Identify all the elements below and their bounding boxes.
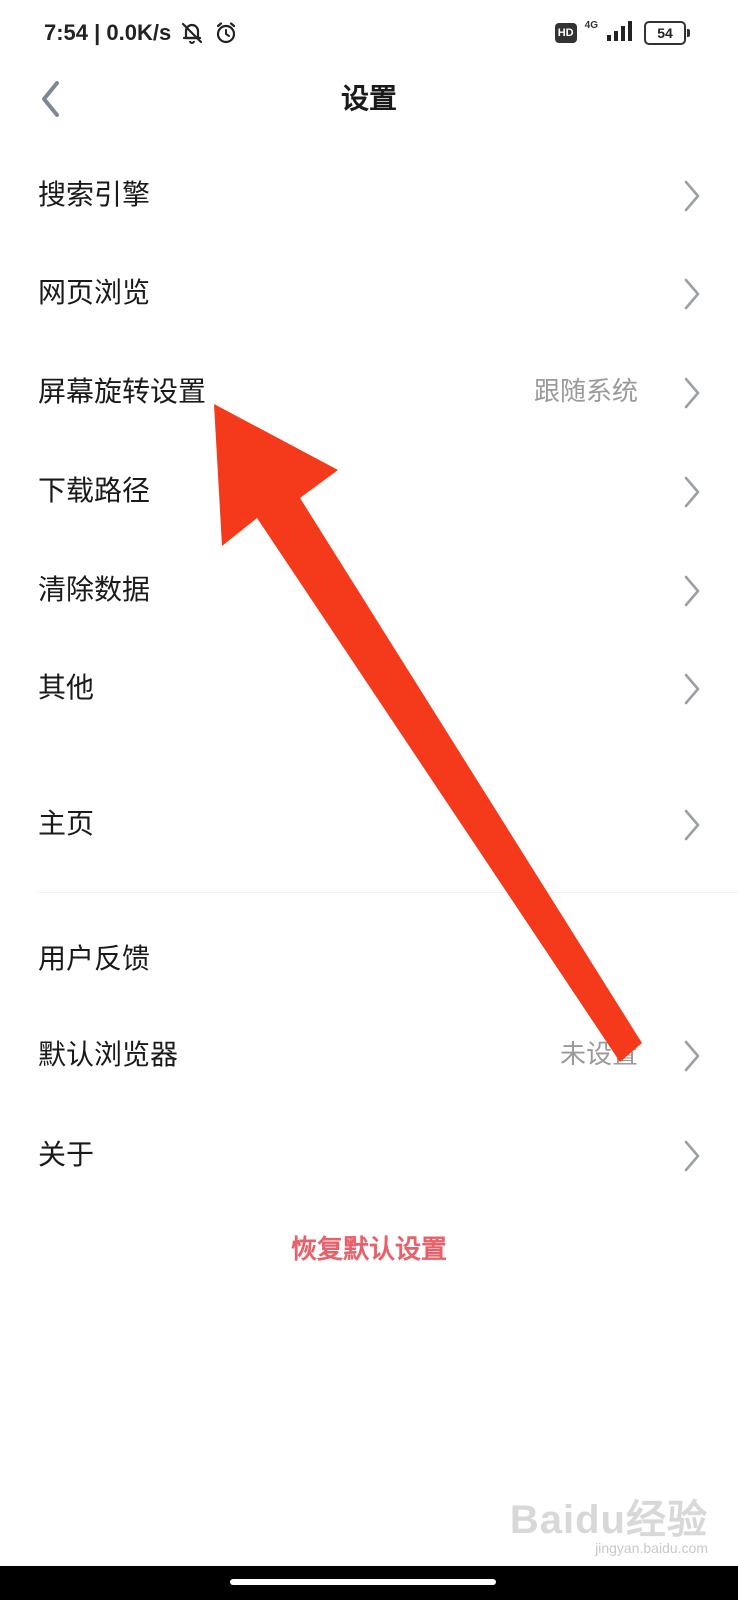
status-bar: 7:54 | 0.0K/s HD 4G 54: [0, 0, 738, 66]
chevron-right-icon: [684, 575, 700, 607]
setting-web-browsing[interactable]: 网页浏览: [0, 244, 738, 342]
restore-defaults-button[interactable]: 恢复默认设置: [0, 1222, 738, 1278]
setting-clear-data[interactable]: 清除数据: [0, 541, 738, 639]
row-label: 网页浏览: [38, 276, 151, 309]
status-right: HD 4G 54: [554, 18, 690, 48]
chevron-right-icon: [684, 809, 700, 841]
setting-search-engine[interactable]: 搜索引擎: [0, 146, 738, 244]
home-indicator[interactable]: [230, 1579, 496, 1585]
setting-about[interactable]: 关于: [0, 1106, 738, 1204]
section-divider: [38, 892, 738, 893]
row-label: 其他: [38, 671, 95, 704]
setting-download-path[interactable]: 下载路径: [0, 442, 738, 540]
watermark-url: jingyan.baidu.com: [595, 1540, 708, 1556]
status-left: 7:54 | 0.0K/s: [44, 16, 239, 50]
time-and-speed: 7:54 | 0.0K/s: [44, 20, 172, 45]
mute-bell-icon: [179, 20, 205, 46]
row-label: 关于: [38, 1138, 95, 1171]
row-label: 下载路径: [38, 474, 151, 507]
row-label: 搜索引擎: [38, 178, 151, 211]
setting-other[interactable]: 其他: [0, 639, 738, 737]
hd-badge: HD: [554, 23, 577, 43]
header: 设置: [0, 66, 738, 132]
chevron-right-icon: [684, 1040, 700, 1072]
chevron-right-icon: [684, 278, 700, 310]
row-label: 默认浏览器: [38, 1038, 179, 1071]
chevron-right-icon: [684, 476, 700, 508]
row-label: 清除数据: [38, 573, 151, 606]
row-value: 未设置: [559, 1040, 638, 1070]
setting-default-browser[interactable]: 默认浏览器 未设置: [0, 1006, 738, 1104]
watermark-logo: Baidu经验: [509, 1498, 708, 1542]
chevron-right-icon: [684, 180, 700, 212]
setting-screen-rotation[interactable]: 屏幕旋转设置 跟随系统: [0, 343, 738, 441]
setting-homepage[interactable]: 主页: [0, 775, 738, 873]
chevron-right-icon: [684, 377, 700, 409]
row-label: 屏幕旋转设置: [38, 375, 207, 408]
signal-icon: [606, 20, 636, 46]
alarm-clock-icon: [213, 20, 239, 46]
row-label: 主页: [38, 807, 95, 840]
row-value: 跟随系统: [533, 377, 638, 407]
page-title: 设置: [340, 82, 397, 115]
chevron-right-icon: [684, 673, 700, 705]
setting-user-feedback[interactable]: 用户反馈: [0, 910, 738, 1008]
network-type: 4G: [584, 19, 598, 31]
chevron-right-icon: [684, 1140, 700, 1172]
baidu-watermark: Baidu经验 jingyan.baidu.com: [510, 1500, 708, 1556]
row-label: 用户反馈: [38, 942, 151, 975]
battery-icon: 54: [644, 21, 690, 45]
navigation-bar: [0, 1566, 738, 1600]
